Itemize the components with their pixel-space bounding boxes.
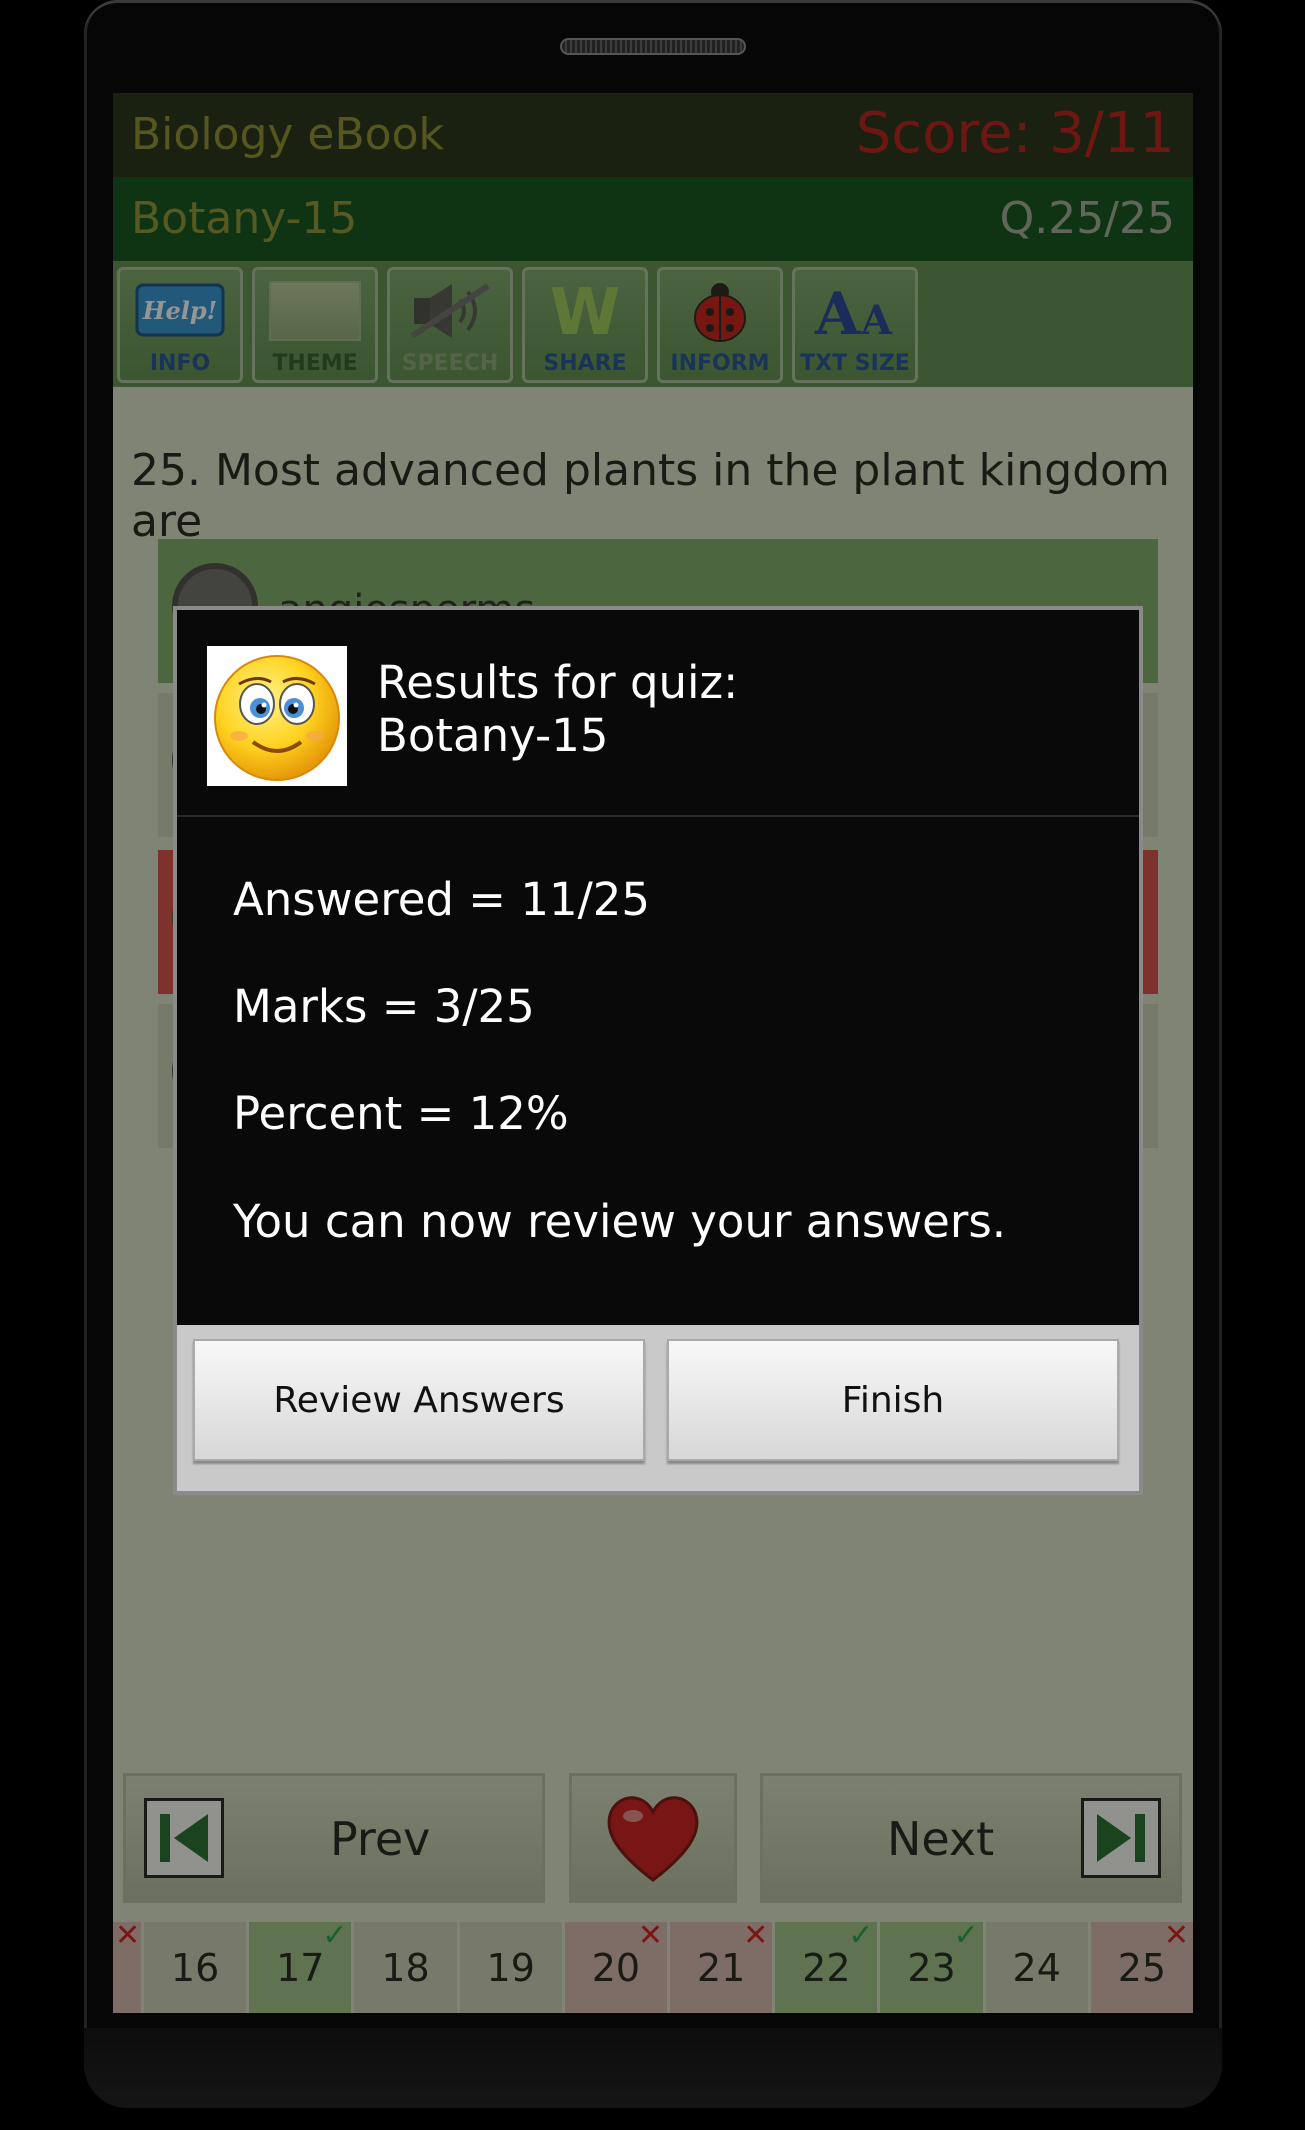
finish-button[interactable]: Finish xyxy=(667,1339,1119,1461)
answered-text: Answered = 11/25 xyxy=(233,873,650,926)
percent-text: Percent = 12% xyxy=(233,1087,569,1140)
review-message: You can now review your answers. xyxy=(233,1195,1007,1248)
dialog-title: Results for quiz: Botany-15 xyxy=(377,656,738,762)
marks-text: Marks = 3/25 xyxy=(233,980,535,1033)
dialog-divider xyxy=(177,815,1139,817)
dialog-title-line2: Botany-15 xyxy=(377,709,609,762)
smiley-face-icon xyxy=(207,646,347,786)
app-screen: Biology eBook Score: 3/11 Botany-15 Q.25… xyxy=(113,93,1193,2013)
phone-chin xyxy=(84,2028,1222,2108)
results-dialog: Results for quiz: Botany-15 Answered = 1… xyxy=(173,606,1143,1495)
earpiece-speaker xyxy=(560,38,746,55)
dialog-header: Results for quiz: Botany-15 xyxy=(177,610,1139,815)
dialog-title-line1: Results for quiz: xyxy=(377,656,739,709)
review-answers-button[interactable]: Review Answers xyxy=(193,1339,645,1461)
dialog-button-bar: Review Answers Finish xyxy=(177,1325,1139,1491)
